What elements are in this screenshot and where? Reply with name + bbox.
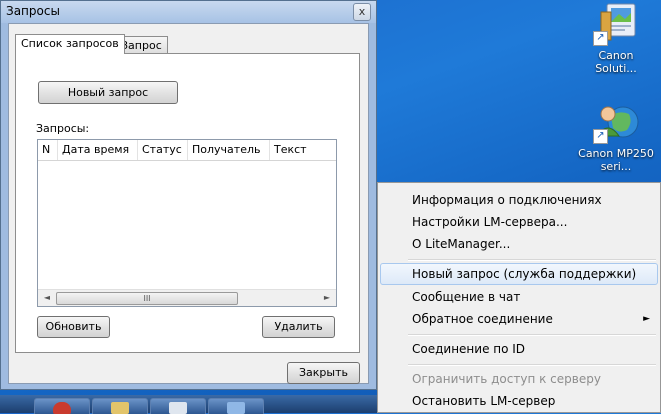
desktop-icon-canon-mp250[interactable]: ↗ Canon MP250 seri... xyxy=(578,100,654,173)
menu-item-reverse-connection[interactable]: Обратное соединение ► xyxy=(380,308,658,330)
tab-request-list[interactable]: Список запросов xyxy=(15,34,125,54)
requests-list[interactable]: N Дата время Статус Получатель Текст ◄ I… xyxy=(37,139,337,307)
refresh-button[interactable]: Обновить xyxy=(37,316,110,338)
window-close-button[interactable]: x xyxy=(353,3,371,21)
window-titlebar[interactable]: Запросы x xyxy=(1,1,376,23)
list-header: N Дата время Статус Получатель Текст xyxy=(38,140,336,161)
column-header-text[interactable]: Текст xyxy=(270,140,336,160)
taskbar xyxy=(0,395,380,414)
app-shield-icon xyxy=(53,402,71,414)
requests-label: Запросы: xyxy=(36,122,90,135)
menu-item-about[interactable]: О LiteManager... xyxy=(380,233,658,255)
taskbar-button[interactable] xyxy=(92,398,148,414)
new-request-button[interactable]: Новый запрос xyxy=(38,81,178,104)
list-horizontal-scrollbar[interactable]: ◄ III ► xyxy=(38,289,336,306)
taskbar-button[interactable] xyxy=(208,398,264,414)
menu-separator xyxy=(408,364,656,366)
column-header-datetime[interactable]: Дата время xyxy=(58,140,138,160)
window-icon xyxy=(227,402,245,414)
desktop-icon-label: Canon MP250 seri... xyxy=(578,147,654,173)
column-header-n[interactable]: N xyxy=(38,140,58,160)
canon-solution-menu-icon: ↗ xyxy=(593,2,639,46)
menu-separator xyxy=(408,259,656,261)
menu-separator xyxy=(408,334,656,336)
column-header-status[interactable]: Статус xyxy=(138,140,188,160)
window-title: Запросы xyxy=(6,4,60,18)
canon-mp250-icon: ↗ xyxy=(593,100,639,144)
taskbar-button[interactable] xyxy=(150,398,206,414)
menu-item-restrict-access: Ограничить доступ к серверу xyxy=(412,372,601,386)
menu-item-stop-server[interactable]: Остановить LM-сервер xyxy=(380,390,658,412)
menu-item-connect-by-id[interactable]: Соединение по ID xyxy=(380,338,658,360)
folder-icon xyxy=(111,402,129,414)
window-client-area: Список запросов Запрос Новый запрос Запр… xyxy=(8,23,369,384)
menu-item-chat-message[interactable]: Сообщение в чат xyxy=(380,286,658,308)
menu-item-lm-server-settings[interactable]: Настройки LM-сервера... xyxy=(380,211,658,233)
column-header-recipient[interactable]: Получатель xyxy=(188,140,270,160)
submenu-arrow-icon: ► xyxy=(643,314,650,324)
menu-item-connection-info[interactable]: Информация о подключениях xyxy=(380,189,658,211)
scroll-right-arrow-icon[interactable]: ► xyxy=(319,290,335,306)
shortcut-arrow-icon: ↗ xyxy=(593,31,608,46)
taskbar-button[interactable] xyxy=(34,398,90,414)
scrollbar-grip-icon: III xyxy=(143,294,151,303)
delete-button[interactable]: Удалить xyxy=(262,316,335,338)
shortcut-arrow-icon: ↗ xyxy=(593,129,608,144)
menu-item-label: Обратное соединение xyxy=(412,312,553,326)
tray-context-menu: Информация о подключениях Настройки LM-с… xyxy=(377,182,661,413)
scrollbar-thumb[interactable]: III xyxy=(56,292,238,305)
desktop-icon-label: Canon Soluti... xyxy=(595,49,637,75)
menu-item-new-request[interactable]: Новый запрос (служба поддержки) xyxy=(380,263,658,285)
requests-window: Запросы x Список запросов Запрос Новый з… xyxy=(0,0,377,390)
scroll-left-arrow-icon[interactable]: ◄ xyxy=(39,290,55,306)
close-button[interactable]: Закрыть xyxy=(287,362,360,384)
document-icon xyxy=(169,402,187,414)
desktop-icon-canon-solution[interactable]: ↗ Canon Soluti... xyxy=(578,2,654,75)
